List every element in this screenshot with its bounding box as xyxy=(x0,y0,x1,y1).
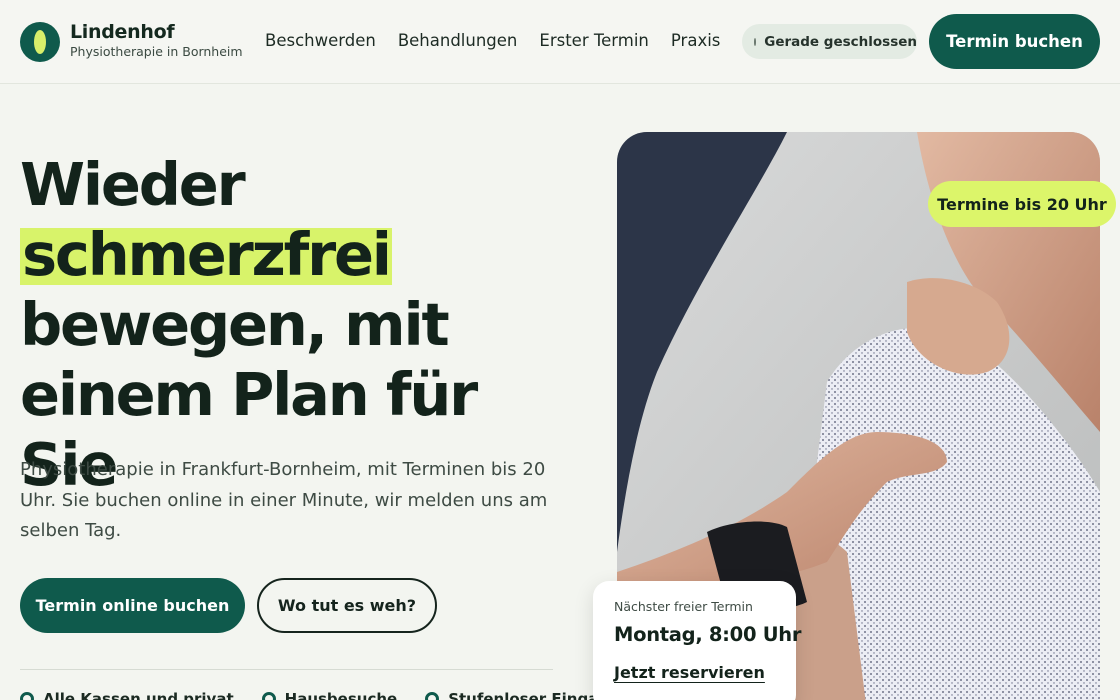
logo-icon[interactable] xyxy=(20,22,60,62)
brand-name[interactable]: Lindenhof xyxy=(70,21,175,43)
nav-item-praxis[interactable]: Praxis xyxy=(671,31,721,50)
site-header: Lindenhof Physiotherapie in Bornheim Bes… xyxy=(0,0,1120,84)
status-dot-icon xyxy=(754,37,757,46)
next-slot-time: Montag, 8:00 Uhr xyxy=(614,623,802,646)
hero-description: Physiotherapie in Frankfurt-Bornheim, mi… xyxy=(20,459,548,541)
reserve-now-link[interactable]: Jetzt reservieren xyxy=(614,663,765,682)
nav-item-behandlungen[interactable]: Behandlungen xyxy=(398,31,518,50)
book-online-button[interactable]: Termin online buchen xyxy=(20,578,245,633)
hero-title: Wieder schmerzfrei bewegen, mit einem Pl… xyxy=(20,150,580,500)
feature-item: Stufenloser Eingang xyxy=(425,690,620,700)
opening-status-badge: Gerade geschlossen xyxy=(742,24,917,59)
status-label: Gerade geschlossen xyxy=(764,33,917,50)
divider xyxy=(20,669,553,670)
feature-label: Alle Kassen und privat xyxy=(43,690,234,700)
where-does-it-hurt-button[interactable]: Wo tut es weh? xyxy=(257,578,437,633)
feature-item: Alle Kassen und privat xyxy=(20,690,234,700)
feature-list: Alle Kassen und privat Hausbesuche Stufe… xyxy=(20,690,648,700)
hero-title-highlight: schmerzfrei xyxy=(20,220,392,290)
check-circle-icon xyxy=(261,692,276,700)
leaf-icon xyxy=(34,30,46,54)
nav-item-beschwerden[interactable]: Beschwerden xyxy=(265,31,376,50)
evening-hours-badge: Termine bis 20 Uhr xyxy=(928,181,1116,227)
hero-title-line: Wieder xyxy=(20,150,246,219)
next-slot-label: Nächster freier Termin xyxy=(614,599,753,614)
brand-tagline: Physiotherapie in Bornheim xyxy=(70,44,243,59)
hero-title-line: bewegen, mit xyxy=(20,290,450,359)
check-circle-icon xyxy=(425,692,440,700)
nav-item-erster-termin[interactable]: Erster Termin xyxy=(539,31,649,50)
check-circle-icon xyxy=(20,692,34,700)
feature-item: Hausbesuche xyxy=(261,690,398,700)
next-slot-card: Nächster freier Termin Montag, 8:00 Uhr … xyxy=(593,581,801,700)
book-appointment-button[interactable]: Termin buchen xyxy=(929,14,1100,69)
feature-label: Hausbesuche xyxy=(284,690,398,700)
main-nav: Beschwerden Behandlungen Erster Termin P… xyxy=(265,31,742,50)
highlight-text: schmerzfrei xyxy=(22,220,392,289)
